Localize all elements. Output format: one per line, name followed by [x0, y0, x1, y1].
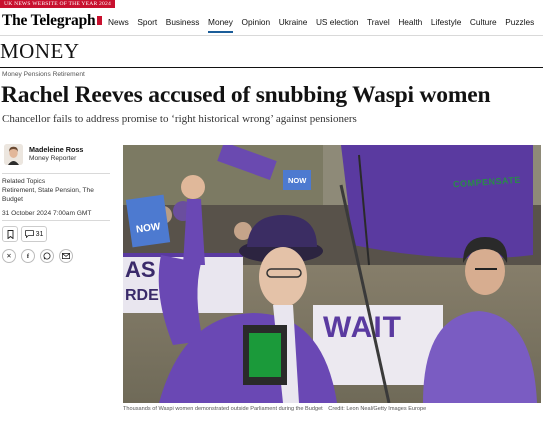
nav-item-opinion[interactable]: Opinion — [242, 17, 271, 33]
breadcrumb[interactable]: Money Pensions Retirement — [2, 71, 85, 78]
article-standfirst: Chancellor fails to address promise to ‘… — [2, 113, 357, 125]
article-main-image[interactable]: NOW NOW COMPENSATE WAIT AS RDE — [123, 145, 541, 403]
nav-item-health[interactable]: Health — [398, 17, 422, 33]
nav-item-culture[interactable]: Culture — [470, 17, 497, 33]
email-icon — [62, 253, 70, 259]
comments-button[interactable]: 31 — [21, 226, 47, 242]
comment-icon — [24, 230, 34, 238]
main-nav: News Sport Business Money Opinion Ukrain… — [108, 17, 543, 33]
image-caption: Thousands of Waspi women demonstrated ou… — [123, 406, 426, 412]
share-facebook-button[interactable]: f — [21, 249, 35, 263]
section-divider — [0, 67, 543, 68]
logo-mark — [97, 16, 102, 25]
nav-item-lifestyle[interactable]: Lifestyle — [431, 17, 461, 33]
bookmark-button[interactable] — [2, 226, 18, 242]
related-topics-heading: Related Topics — [2, 178, 46, 185]
nav-item-ukraine[interactable]: Ukraine — [279, 17, 308, 33]
share-whatsapp-button[interactable] — [40, 249, 54, 263]
sidebar-divider — [2, 173, 110, 174]
author-name[interactable]: Madeleine Ross — [29, 145, 83, 154]
banner-as: AS — [125, 257, 156, 282]
x-icon: ✕ — [6, 253, 12, 260]
award-badge: UK NEWS WEBSITE OF THE YEAR 2024 — [0, 0, 115, 8]
sidebar-divider — [2, 220, 110, 221]
author-avatar[interactable] — [4, 144, 23, 165]
nav-item-news[interactable]: News — [108, 17, 129, 33]
nav-item-us-election[interactable]: US election — [316, 17, 358, 33]
article-headline: Rachel Reeves accused of snubbing Waspi … — [1, 82, 491, 108]
related-topics-list[interactable]: Retirement, State Pension, The Budget — [2, 187, 110, 204]
section-title[interactable]: MONEY — [0, 39, 80, 64]
nav-item-business[interactable]: Business — [166, 17, 200, 33]
publish-date: 31 October 2024 7:00am GMT — [2, 210, 92, 217]
facebook-icon: f — [26, 252, 30, 260]
nav-item-money[interactable]: Money — [208, 17, 233, 33]
banner-rde: RDE — [125, 287, 159, 304]
caption-text: Thousands of Waspi women demonstrated ou… — [123, 406, 323, 412]
nav-item-puzzles[interactable]: Puzzles — [505, 17, 534, 33]
nav-item-travel[interactable]: Travel — [367, 17, 390, 33]
banner-wait: WAIT — [323, 311, 402, 344]
nav-item-sport[interactable]: Sport — [137, 17, 157, 33]
bookmark-icon — [7, 229, 13, 239]
share-email-button[interactable] — [59, 249, 73, 263]
nav-divider — [0, 35, 543, 36]
sign-now-top: NOW — [288, 176, 307, 185]
whatsapp-icon — [43, 252, 51, 260]
comments-count: 31 — [35, 230, 44, 238]
author-role: Money Reporter — [29, 155, 77, 162]
site-logo[interactable]: The Telegraph — [2, 12, 96, 30]
share-x-button[interactable]: ✕ — [2, 249, 16, 263]
caption-credit: Credit: Leon Neal/Getty Images Europe — [328, 406, 427, 412]
